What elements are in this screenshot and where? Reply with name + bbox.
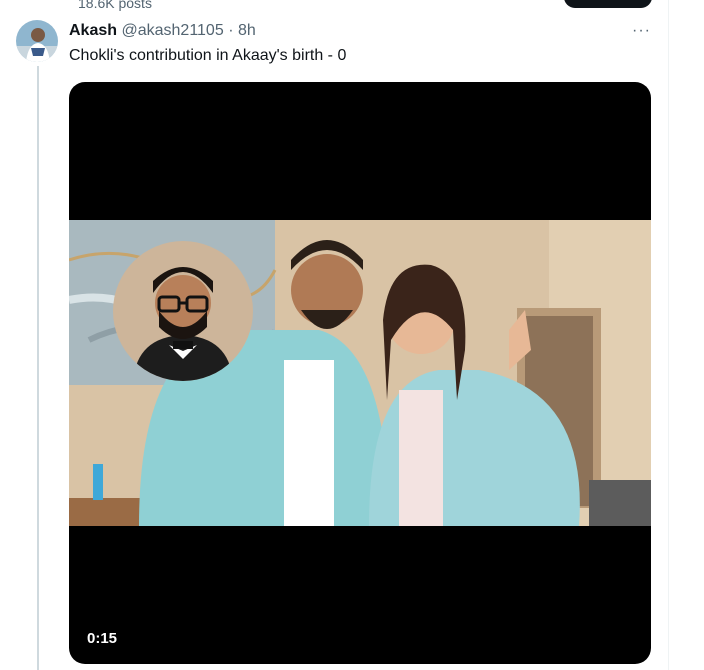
avatar[interactable]	[16, 20, 58, 62]
inset-portrait	[113, 241, 253, 381]
follow-button[interactable]	[564, 0, 652, 8]
author-handle[interactable]: @akash21105	[121, 22, 223, 39]
column-divider	[668, 0, 669, 670]
more-dots-icon[interactable]: ···	[632, 22, 651, 40]
video-duration: 0:15	[87, 630, 118, 647]
thread-line	[37, 66, 39, 670]
tweet-header: Akash @akash21105 · 8h	[69, 22, 256, 40]
video-player[interactable]: 0:15	[69, 82, 651, 664]
timestamp[interactable]: 8h	[238, 22, 256, 39]
separator-dot: ·	[228, 22, 234, 39]
tweet-text: Chokli's contribution in Akaay's birth -…	[69, 47, 347, 64]
posts-count: 18.6K posts	[78, 0, 152, 11]
author-name[interactable]: Akash	[69, 22, 117, 39]
